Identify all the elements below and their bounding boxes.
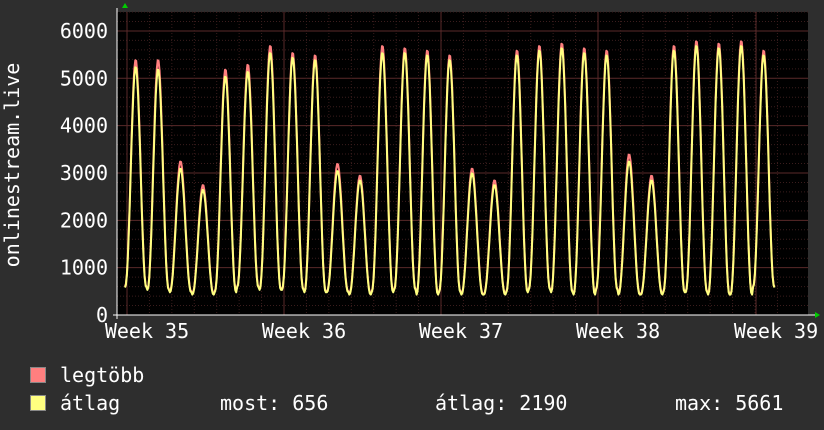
- legend-label-max: legtöbb: [60, 363, 145, 387]
- legend-swatch-avg: [30, 395, 46, 411]
- x-tick-label: Week 37: [419, 319, 503, 340]
- y-tick-label: 3000: [60, 161, 108, 185]
- y-tick-labels: 0100020003000400050006000: [60, 19, 108, 327]
- y-axis-label: onlinestream.live: [0, 63, 24, 268]
- y-axis-arrow-icon: [122, 3, 128, 8]
- legend-swatch-max: [30, 367, 46, 383]
- x-tick-label: Week 36: [262, 319, 346, 340]
- legend: legtöbb átlag most: 656 átlag: 2190 max:…: [0, 355, 824, 430]
- stat-max: max: 5661: [675, 391, 784, 415]
- y-tick-label: 4000: [60, 114, 108, 138]
- x-axis-arrow-icon: [815, 312, 820, 318]
- x-tick-label: Week 38: [576, 319, 660, 340]
- y-tick-label: 2000: [60, 208, 108, 232]
- x-tick-label: Week 39: [734, 319, 818, 340]
- y-tick-label: 1000: [60, 256, 108, 280]
- chart-area: 0 1000 2000 3000 4000 5000 6000 Week 35 Week 36…: [0, 0, 824, 340]
- legend-label-avg: átlag: [60, 391, 121, 415]
- legend-item-avg: átlag: [30, 391, 120, 415]
- stat-most: most: 656: [220, 391, 329, 415]
- line-chart: 0100020003000400050006000 Week 35 Week 36…: [0, 3, 820, 340]
- y-tick-label: 5000: [60, 66, 108, 90]
- stat-atlag: átlag: 2190: [435, 391, 568, 415]
- y-tick-label: 6000: [60, 19, 108, 43]
- legend-item-max: legtöbb: [30, 363, 144, 387]
- x-tick-label: Week 35: [105, 319, 189, 340]
- x-tick-labels: Week 35 Week 36 Week 37 Week 38 Week 39: [105, 319, 818, 340]
